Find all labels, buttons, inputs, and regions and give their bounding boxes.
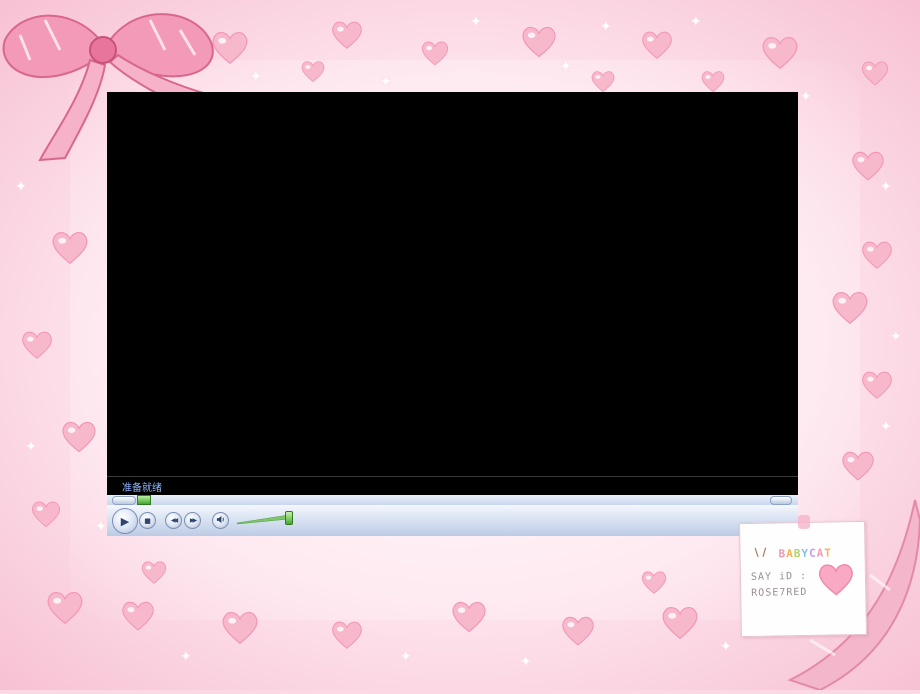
sparkle-icon: ✦ [25, 439, 37, 455]
playlist-toggle-button[interactable] [112, 496, 136, 505]
stop-button[interactable]: ■ [139, 512, 156, 529]
sparkle-icon: ✦ [880, 179, 892, 195]
heart-icon [420, 40, 450, 66]
heart-icon [330, 20, 364, 50]
user-id-text: ROSE7RED [751, 586, 808, 599]
name-card: \ / BABYCAT SAY iD : ROSE7RED [739, 514, 867, 638]
heart-icon [860, 240, 894, 270]
sparkle-icon: ✦ [690, 14, 702, 30]
media-player: 准备就绪 ▶ ■ ◀◀ ▶▶ [107, 92, 798, 536]
volume-slider[interactable] [237, 513, 289, 525]
heart-icon [850, 150, 886, 182]
tape-icon [797, 514, 811, 530]
sparkle-icon: ✦ [800, 89, 812, 105]
stop-icon: ■ [144, 516, 151, 525]
mute-button[interactable] [212, 512, 229, 529]
heart-icon [330, 620, 364, 650]
heart-icon [830, 290, 870, 325]
seek-thumb[interactable] [137, 495, 151, 505]
heart-icon [60, 420, 98, 453]
expand-button[interactable] [770, 496, 792, 505]
sparkle-icon: ✦ [15, 179, 27, 195]
sparkle-icon: ✦ [520, 654, 532, 670]
sparkle-icon: ✦ [560, 59, 572, 75]
status-text: 准备就绪 [122, 483, 162, 494]
sparkle-icon: ✦ [600, 19, 612, 35]
heart-icon [860, 60, 890, 86]
heart-icon [450, 600, 488, 633]
previous-icon: ◀◀ [170, 517, 178, 524]
heart-icon [50, 230, 90, 265]
heart-icon [760, 35, 800, 70]
speaker-icon [216, 515, 225, 527]
next-icon: ▶▶ [189, 517, 197, 524]
sparkle-icon: ✦ [400, 649, 412, 665]
heart-icon [220, 610, 260, 645]
previous-button[interactable]: ◀◀ [165, 512, 182, 529]
heart-icon [45, 590, 85, 625]
video-area[interactable] [107, 92, 798, 476]
sparkle-icon: ✦ [890, 329, 902, 345]
heart-icon [120, 600, 156, 632]
sparkle-icon: ✦ [470, 14, 482, 30]
next-button[interactable]: ▶▶ [184, 512, 201, 529]
heart-icon [140, 560, 168, 585]
sparkle-icon: ✦ [880, 419, 892, 435]
volume-thumb[interactable] [285, 511, 293, 525]
play-button[interactable]: ▶ [112, 508, 138, 534]
heart-icon [590, 70, 616, 93]
heart-icon [520, 25, 558, 58]
heart-icon [700, 70, 726, 93]
say-id-label: SAY iD : [750, 570, 808, 583]
heart-icon [817, 562, 856, 597]
cat-ears-icon: \ / [754, 545, 767, 559]
heart-icon [300, 60, 326, 83]
heart-icon [660, 605, 700, 640]
sparkle-icon: ✦ [95, 519, 107, 535]
heart-icon [860, 370, 894, 400]
heart-icon [30, 500, 62, 528]
seek-bar[interactable] [107, 495, 798, 505]
sparkle-icon: ✦ [180, 649, 192, 665]
heart-icon [640, 570, 668, 595]
sparkle-icon: ✦ [720, 639, 732, 655]
heart-icon [20, 330, 54, 360]
status-bar: 准备就绪 [107, 476, 798, 496]
sparkle-icon: ✦ [250, 69, 262, 85]
sparkle-icon: ✦ [380, 74, 392, 90]
heart-icon [840, 450, 876, 482]
brand-label: BABYCAT [778, 546, 833, 561]
heart-icon [640, 30, 674, 60]
play-icon: ▶ [120, 514, 130, 528]
heart-icon [560, 615, 596, 647]
transport-controls: ▶ ■ ◀◀ ▶▶ [107, 505, 798, 536]
